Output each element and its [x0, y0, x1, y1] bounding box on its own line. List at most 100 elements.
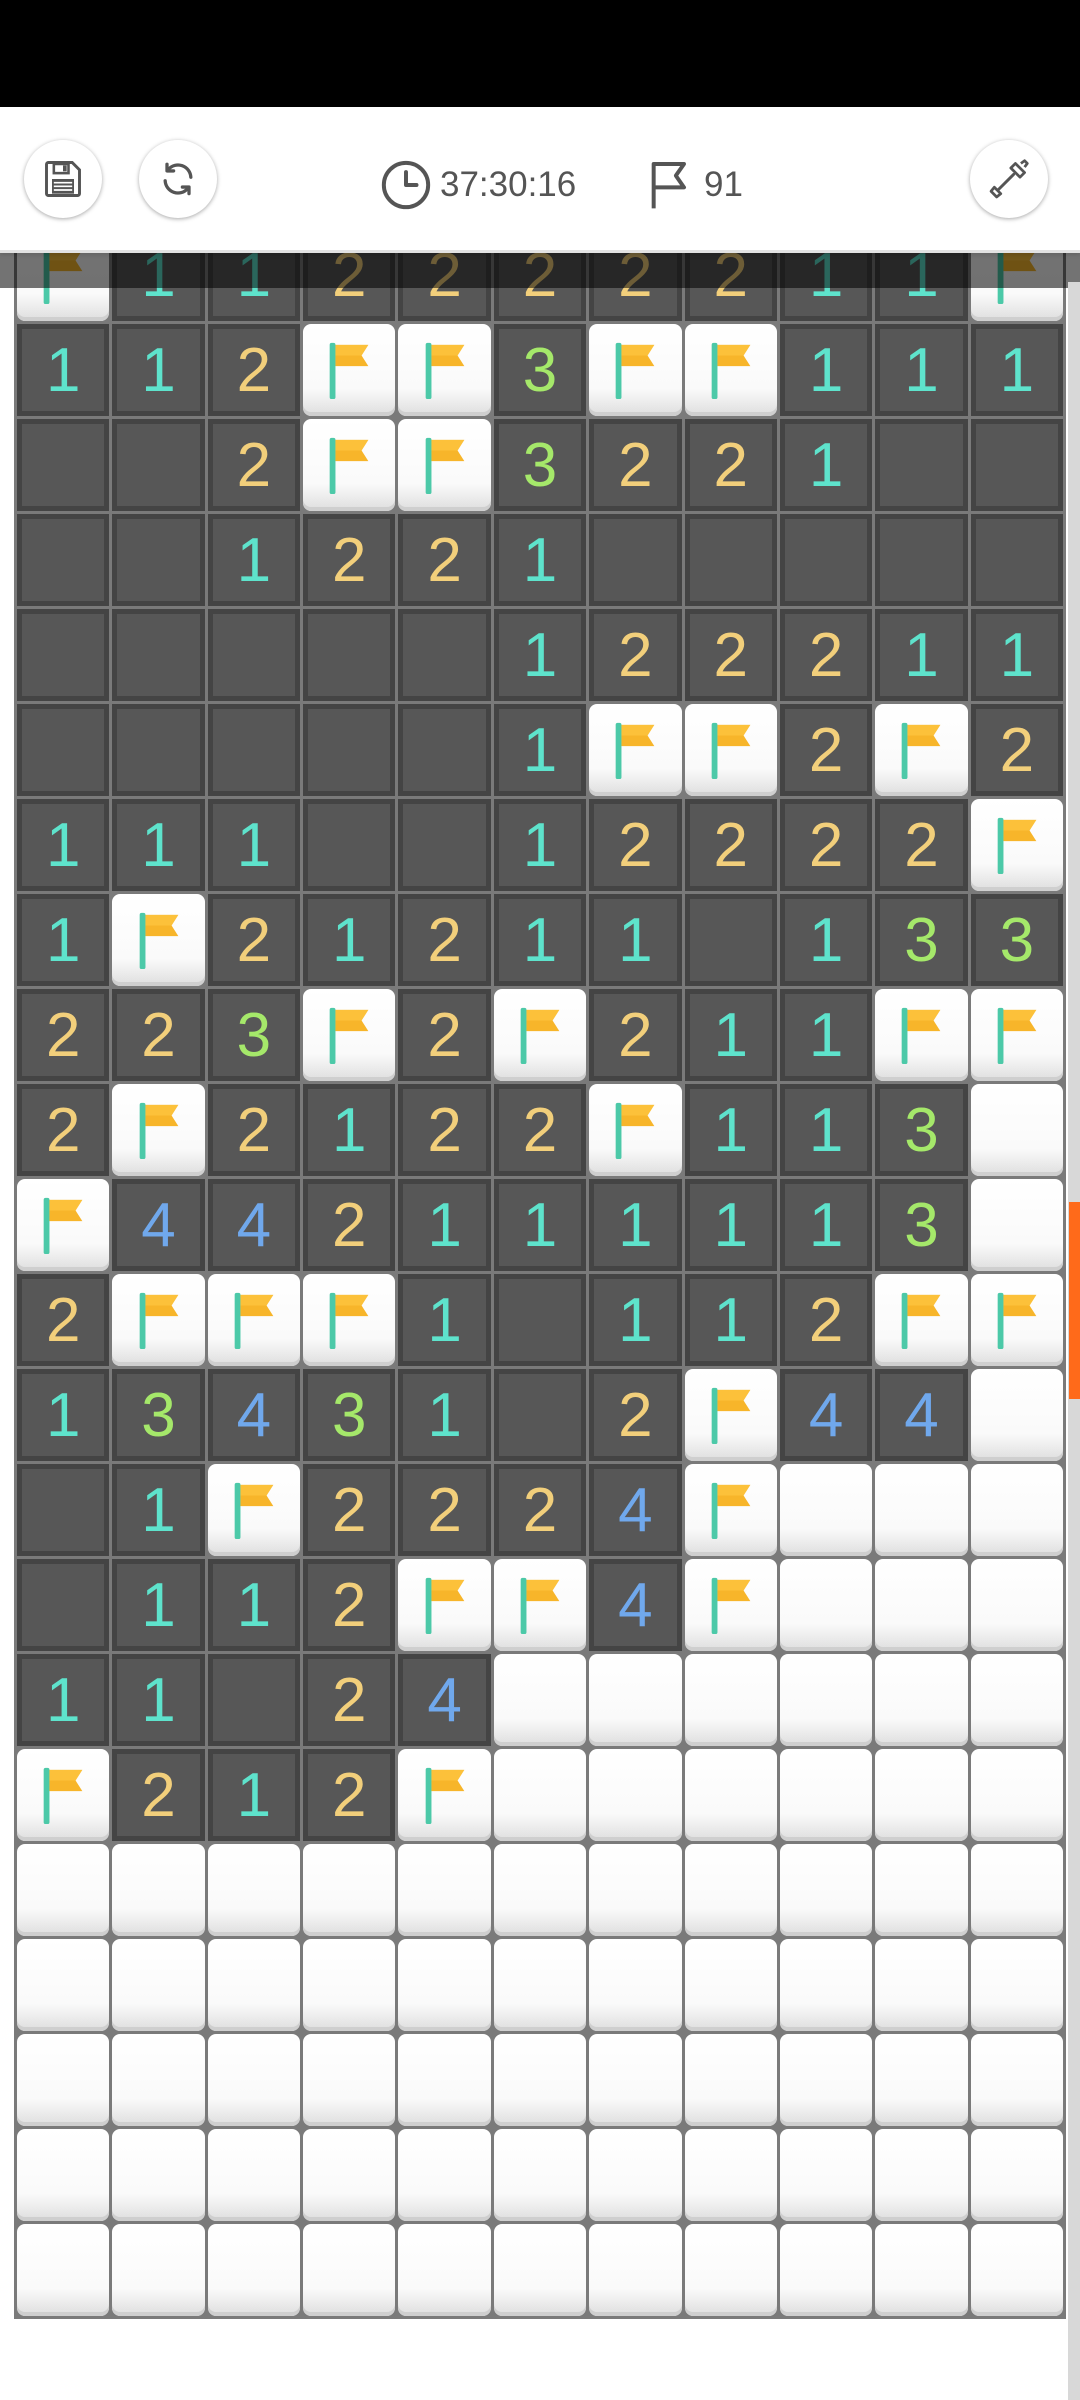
number-cell[interactable]: 2 [303, 1749, 396, 1841]
unrevealed-cell[interactable] [207, 2224, 301, 2316]
number-cell[interactable]: 3 [493, 419, 587, 511]
flagged-cell[interactable] [970, 1274, 1063, 1366]
flagged-cell[interactable] [589, 324, 682, 416]
unrevealed-cell[interactable] [493, 1749, 587, 1841]
revealed-empty-cell[interactable] [112, 514, 205, 606]
number-cell[interactable]: 2 [398, 989, 491, 1081]
unrevealed-cell[interactable] [875, 1749, 968, 1841]
number-cell[interactable]: 3 [303, 1369, 396, 1461]
unrevealed-cell[interactable] [17, 1939, 110, 2031]
unrevealed-cell[interactable] [303, 1844, 396, 1936]
flagged-cell[interactable] [970, 799, 1063, 891]
number-cell[interactable]: 2 [303, 514, 396, 606]
flagged-cell[interactable] [398, 324, 491, 416]
number-cell[interactable]: 2 [207, 419, 301, 511]
unrevealed-cell[interactable] [589, 2129, 682, 2221]
unrevealed-cell[interactable] [493, 2224, 587, 2316]
number-cell[interactable]: 2 [303, 1179, 396, 1271]
number-cell[interactable]: 1 [398, 1179, 491, 1271]
unrevealed-cell[interactable] [875, 1654, 968, 1746]
revealed-empty-cell[interactable] [398, 799, 491, 891]
revealed-empty-cell[interactable] [17, 1559, 110, 1651]
revealed-empty-cell[interactable] [493, 1369, 587, 1461]
number-cell[interactable]: 1 [303, 894, 396, 986]
revealed-empty-cell[interactable] [207, 1654, 301, 1746]
revealed-empty-cell[interactable] [970, 514, 1063, 606]
unrevealed-cell[interactable] [970, 1464, 1063, 1556]
flagged-cell[interactable] [493, 989, 587, 1081]
unrevealed-cell[interactable] [970, 1654, 1063, 1746]
revealed-empty-cell[interactable] [17, 609, 110, 701]
flagged-cell[interactable] [398, 419, 491, 511]
number-cell[interactable]: 2 [970, 704, 1063, 796]
unrevealed-cell[interactable] [779, 1464, 873, 1556]
revealed-empty-cell[interactable] [303, 609, 396, 701]
unrevealed-cell[interactable] [779, 1939, 873, 2031]
number-cell[interactable]: 1 [493, 894, 587, 986]
number-cell[interactable]: 1 [589, 1179, 682, 1271]
number-cell[interactable]: 1 [112, 799, 205, 891]
unrevealed-cell[interactable] [779, 2224, 873, 2316]
flagged-cell[interactable] [875, 704, 968, 796]
flagged-cell[interactable] [398, 1559, 491, 1651]
unrevealed-cell[interactable] [589, 1844, 682, 1936]
number-cell[interactable]: 2 [112, 989, 205, 1081]
unrevealed-cell[interactable] [875, 1559, 968, 1651]
number-cell[interactable]: 1 [493, 704, 587, 796]
unrevealed-cell[interactable] [17, 1844, 110, 1936]
unrevealed-cell[interactable] [684, 2224, 777, 2316]
unrevealed-cell[interactable] [112, 2129, 205, 2221]
number-cell[interactable]: 4 [875, 1369, 968, 1461]
unrevealed-cell[interactable] [875, 1464, 968, 1556]
flagged-cell[interactable] [207, 1464, 301, 1556]
unrevealed-cell[interactable] [493, 2129, 587, 2221]
unrevealed-cell[interactable] [398, 1939, 491, 2031]
unrevealed-cell[interactable] [684, 1654, 777, 1746]
number-cell[interactable]: 1 [303, 1084, 396, 1176]
number-cell[interactable]: 2 [589, 1369, 682, 1461]
number-cell[interactable]: 3 [875, 1179, 968, 1271]
number-cell[interactable]: 3 [875, 894, 968, 986]
number-cell[interactable]: 2 [589, 419, 682, 511]
number-cell[interactable]: 1 [17, 799, 110, 891]
unrevealed-cell[interactable] [589, 1654, 682, 1746]
number-cell[interactable]: 1 [207, 799, 301, 891]
number-cell[interactable]: 1 [875, 609, 968, 701]
unrevealed-cell[interactable] [779, 2129, 873, 2221]
number-cell[interactable]: 2 [398, 514, 491, 606]
unrevealed-cell[interactable] [684, 2034, 777, 2126]
number-cell[interactable]: 1 [684, 1179, 777, 1271]
flagged-cell[interactable] [207, 1274, 301, 1366]
number-cell[interactable]: 1 [779, 1179, 873, 1271]
unrevealed-cell[interactable] [875, 2224, 968, 2316]
number-cell[interactable]: 1 [112, 1559, 205, 1651]
number-cell[interactable]: 4 [207, 1179, 301, 1271]
flagged-cell[interactable] [17, 1749, 110, 1841]
number-cell[interactable]: 1 [207, 514, 301, 606]
number-cell[interactable]: 2 [303, 1559, 396, 1651]
unrevealed-cell[interactable] [303, 2034, 396, 2126]
unrevealed-cell[interactable] [970, 2034, 1063, 2126]
number-cell[interactable]: 2 [17, 989, 110, 1081]
unrevealed-cell[interactable] [493, 1844, 587, 1936]
unrevealed-cell[interactable] [398, 2129, 491, 2221]
unrevealed-cell[interactable] [779, 2034, 873, 2126]
unrevealed-cell[interactable] [684, 2129, 777, 2221]
number-cell[interactable]: 2 [398, 1084, 491, 1176]
number-cell[interactable]: 2 [17, 1274, 110, 1366]
number-cell[interactable]: 2 [207, 1084, 301, 1176]
unrevealed-cell[interactable] [112, 2034, 205, 2126]
unrevealed-cell[interactable] [398, 1844, 491, 1936]
unrevealed-cell[interactable] [589, 1749, 682, 1841]
flagged-cell[interactable] [684, 704, 777, 796]
revealed-empty-cell[interactable] [207, 704, 301, 796]
unrevealed-cell[interactable] [970, 1179, 1063, 1271]
number-cell[interactable]: 3 [112, 1369, 205, 1461]
number-cell[interactable]: 4 [779, 1369, 873, 1461]
unrevealed-cell[interactable] [970, 1369, 1063, 1461]
flagged-cell[interactable] [875, 1274, 968, 1366]
unrevealed-cell[interactable] [684, 1844, 777, 1936]
unrevealed-cell[interactable] [875, 1844, 968, 1936]
flagged-cell[interactable] [589, 1084, 682, 1176]
number-cell[interactable]: 1 [17, 1369, 110, 1461]
